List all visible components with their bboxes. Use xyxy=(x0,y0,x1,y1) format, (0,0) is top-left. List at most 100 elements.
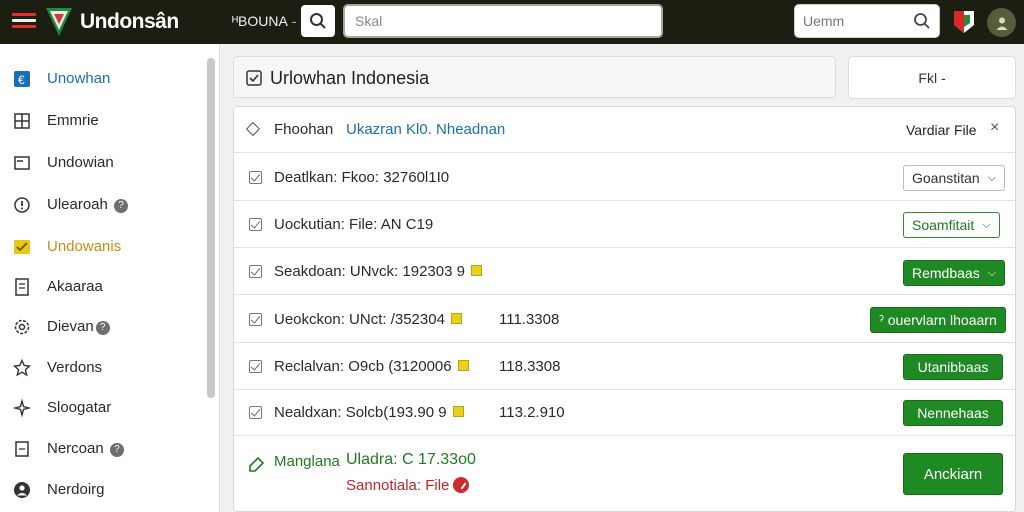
user-icon xyxy=(12,480,32,500)
table-row: Seakdoan: UNvck: 192303 9 Remdbaas ⌵ xyxy=(234,249,1015,295)
search-icon[interactable] xyxy=(913,12,931,30)
sidebar-item-akaaraa[interactable]: Akaaraa xyxy=(0,266,206,306)
field-button[interactable]: Fkl - xyxy=(848,56,1016,99)
row-select-label: Remdbaas xyxy=(912,265,980,281)
page-title: Urlowhan Indonesia xyxy=(270,68,430,88)
sparkle-icon xyxy=(12,398,32,418)
warning-badge-icon xyxy=(452,406,464,417)
svg-text:€: € xyxy=(18,73,25,87)
row-action-label: Utanibbaas xyxy=(917,359,989,375)
row-checkbox[interactable] xyxy=(249,265,262,278)
sidebar-item-unowhan[interactable]: € Unowhan xyxy=(0,58,206,98)
sidebar-item-label: Dievan? xyxy=(47,318,110,335)
user-icon xyxy=(996,17,1007,30)
error-icon xyxy=(453,477,470,493)
inbox-icon xyxy=(12,153,32,173)
row-text: Nealdxan: Solcb(193.90 9 xyxy=(274,404,447,421)
sidebar-item-text: Ulearoah xyxy=(47,196,108,213)
edit-icon xyxy=(249,456,265,472)
help-icon[interactable]: ? xyxy=(114,199,129,213)
chevron-down-icon: ⌵ xyxy=(987,171,997,184)
brand-logo-icon xyxy=(46,8,72,36)
warning-badge-icon xyxy=(470,265,482,276)
sidebar-item-nercoan[interactable]: Nercoan ? xyxy=(0,428,206,468)
help-icon[interactable]: ? xyxy=(109,443,124,457)
sidebar-scrollbar[interactable] xyxy=(207,58,215,398)
sidebar-item-emmrie[interactable]: Emmrie xyxy=(0,100,206,140)
sidebar-item-label: Undowian xyxy=(47,154,114,171)
row-action-label: ˀ ouervlarn lhoaarn xyxy=(879,312,997,328)
row-text: Deatlkan: Fkoo: 32760l1I0 xyxy=(274,169,450,186)
sidebar-item-label: Nerdoirg xyxy=(47,481,105,498)
row-text-group: Seakdoan: UNvck: 192303 9 xyxy=(274,263,482,280)
sidebar-item-label: Sloogatar xyxy=(47,399,112,416)
settings-icon xyxy=(12,317,32,337)
panel-header-row: Fhoohan Ukazran Kl0. Nheadnan Vardiar Fi… xyxy=(234,107,1015,153)
row-checkbox[interactable] xyxy=(249,313,262,326)
row-action-button[interactable]: Utanibbaas xyxy=(903,354,1003,380)
profile-button[interactable] xyxy=(987,8,1016,37)
row-checkbox[interactable] xyxy=(249,406,262,419)
page-header: Urlowhan Indonesia xyxy=(233,56,836,98)
row-text: Reclalvan: O9cb (3120006 xyxy=(274,358,452,375)
row-select[interactable]: Goanstitan ⌵ xyxy=(903,165,1006,191)
sidebar-item-sloogatar[interactable]: Sloogatar xyxy=(0,387,206,427)
row-action-button[interactable]: ˀ ouervlarn lhoaarn xyxy=(870,307,1006,333)
file-panel: Fhoohan Ukazran Kl0. Nheadnan Vardiar Fi… xyxy=(233,106,1016,512)
row-text-group: Ueokckon: UNct: /352304 xyxy=(274,311,462,328)
panel-header-link[interactable]: Ukazran Kl0. Nheadnan xyxy=(346,121,505,138)
sidebar-item-verdons[interactable]: Verdons xyxy=(0,347,206,387)
panel-header-label: Fhoohan xyxy=(274,121,334,138)
row-checkbox[interactable] xyxy=(249,171,262,184)
sidebar-item-ulearoah[interactable]: Ulearoah ? xyxy=(0,184,206,224)
checklist-icon xyxy=(12,237,32,257)
nav-select[interactable]: ᴴBOUNA - xyxy=(232,13,296,29)
footer-value: Uladra: C 17.33o0 xyxy=(346,451,476,468)
sidebar-item-label: Ulearoah ? xyxy=(47,196,129,213)
sidebar-item-label: Akaaraa xyxy=(47,278,103,295)
document-icon xyxy=(12,439,32,459)
table-row: Deatlkan: Fkoo: 32760l1I0 Goanstitan ⌵ xyxy=(234,155,1015,201)
sidebar-item-nerdoirg[interactable]: Nerdoirg xyxy=(0,469,206,509)
search-button[interactable] xyxy=(301,5,335,37)
info-icon xyxy=(12,195,32,215)
chevron-down-icon: ⌵ xyxy=(987,266,997,279)
row-select[interactable]: Remdbaas ⌵ xyxy=(903,260,1006,286)
sidebar-item-undowian[interactable]: Undowian xyxy=(0,142,206,182)
close-icon[interactable]: × xyxy=(990,119,999,137)
checkbox-icon[interactable] xyxy=(246,70,262,86)
secondary-search-field[interactable] xyxy=(794,4,940,38)
search-input[interactable] xyxy=(343,4,663,38)
warning-badge-icon xyxy=(457,360,469,371)
row-text: Uockutian: File: AN C19 xyxy=(274,216,434,233)
sidebar-item-label: Nercoan ? xyxy=(47,440,124,457)
sidebar-item-label: Verdons xyxy=(47,359,103,376)
row-action-label: Nennehaas xyxy=(917,405,989,421)
brand-name: Undonsân xyxy=(80,10,179,33)
row-action-button[interactable]: Nennehaas xyxy=(903,400,1003,426)
sidebar-item-label: Undowanis xyxy=(47,238,122,255)
row-number: 118.3308 xyxy=(499,358,561,375)
row-select-label: Soamfitait xyxy=(912,217,975,233)
table-row: Uockutian: File: AN C19 Soamfitait ⌵ xyxy=(234,202,1015,248)
secondary-search-input[interactable] xyxy=(795,5,905,37)
row-checkbox[interactable] xyxy=(249,218,262,231)
row-text-group: Reclalvan: O9cb (3120006 xyxy=(274,358,469,375)
row-select[interactable]: Soamfitait ⌵ xyxy=(903,212,1000,238)
sidebar-item-dievan[interactable]: Dievan? xyxy=(0,306,206,346)
row-number: 113.2.910 xyxy=(499,404,565,421)
sidebar-item-text: Nercoan xyxy=(47,440,104,457)
sidebar-item-undowanis[interactable]: Undowanis xyxy=(0,226,206,266)
variant-file-label[interactable]: Vardiar File xyxy=(906,122,977,138)
primary-action-button[interactable]: Anckiarn xyxy=(903,453,1003,495)
hamburger-menu-icon[interactable] xyxy=(12,13,36,29)
star-icon xyxy=(12,358,32,378)
layout-icon xyxy=(12,111,32,131)
help-icon[interactable]: ? xyxy=(95,321,110,335)
row-number: 111.3308 xyxy=(499,311,560,328)
footer-error-text: Sannotiala: File xyxy=(346,477,450,494)
warning-badge-icon xyxy=(450,313,462,324)
row-checkbox[interactable] xyxy=(249,360,262,373)
table-row: Nealdxan: Solcb(193.90 9 113.2.910 Nenne… xyxy=(234,390,1015,436)
language-flag-icon[interactable] xyxy=(952,9,976,35)
